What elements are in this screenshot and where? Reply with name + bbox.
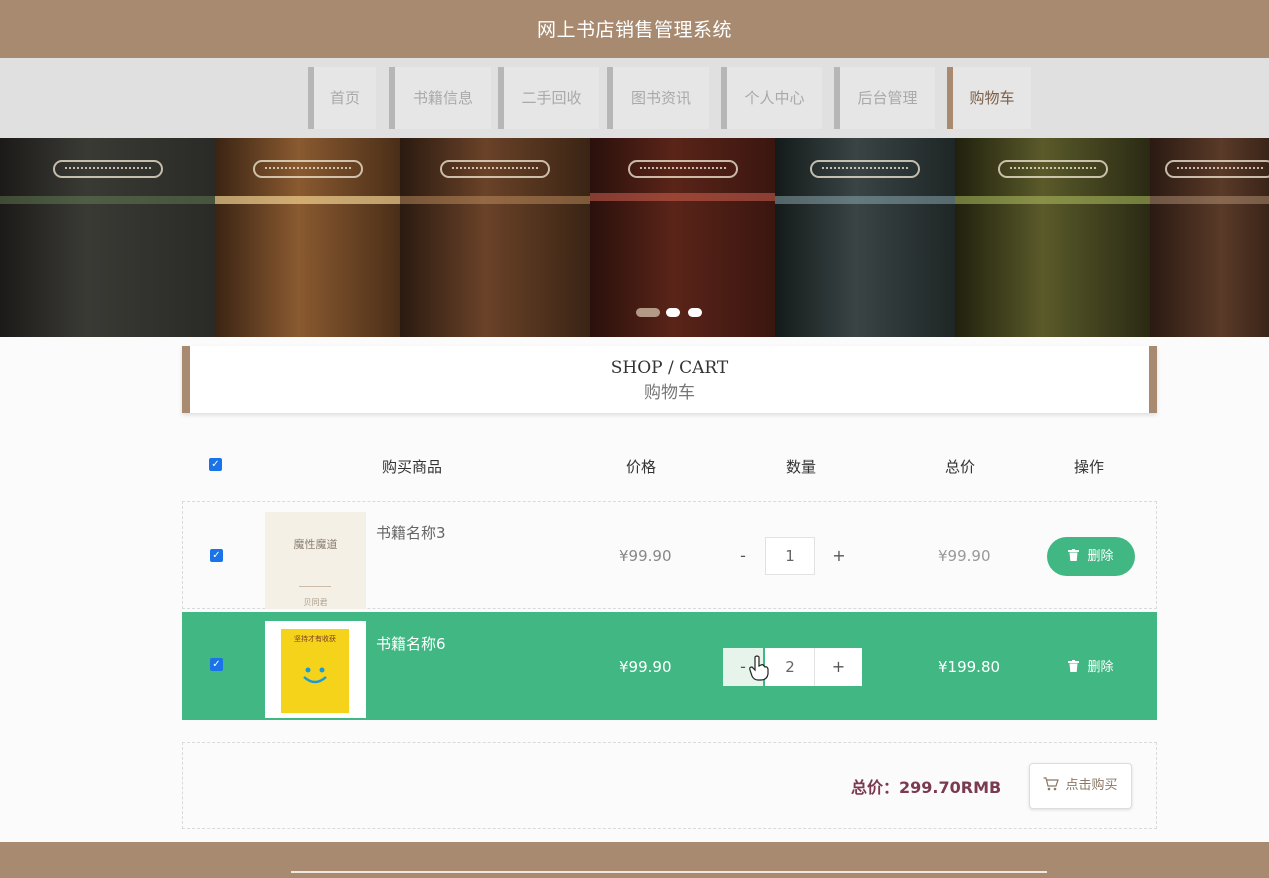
nav-item-news[interactable]: 图书资讯 [607, 67, 709, 129]
header-action: 操作 [1074, 458, 1105, 476]
header-total: 总价 [945, 458, 976, 476]
book-spine-image [955, 138, 1150, 337]
select-all-checkbox[interactable]: ✓ [209, 458, 222, 471]
page: 网上书店销售管理系统 首页 书籍信息 二手回收 图书资讯 个人中心 后台管理 购… [0, 0, 1269, 878]
carousel-dot[interactable] [666, 308, 680, 317]
row-checkbox[interactable]: ✓ [210, 658, 223, 671]
cover-title: 魔性魔道 [293, 538, 338, 551]
delete-button[interactable]: 删除 [1047, 537, 1135, 576]
carousel-dot[interactable] [636, 308, 660, 317]
header-price: 价格 [626, 458, 657, 476]
cart-icon [1043, 777, 1060, 791]
nav-item-cart[interactable]: 购物车 [947, 67, 1031, 129]
unit-price: ¥99.90 [619, 547, 672, 565]
section-title-cn: 购物车 [644, 383, 695, 403]
nav-item-profile[interactable]: 个人中心 [721, 67, 822, 129]
row-checkbox[interactable]: ✓ [210, 549, 223, 562]
cart-total: 总价：299.70RMB [851, 778, 1002, 797]
quantity-stepper: - 2 + [723, 648, 863, 686]
book-spine-image [0, 138, 215, 337]
delete-button[interactable]: 删除 [1047, 648, 1135, 687]
book-spine-image [400, 138, 590, 337]
footer [0, 842, 1269, 878]
book-name[interactable]: 书籍名称6 [376, 633, 446, 654]
increase-button[interactable]: + [814, 648, 862, 686]
top-header: 网上书店销售管理系统 [0, 0, 1269, 58]
book-spine-image [590, 138, 775, 337]
delete-label: 删除 [1087, 549, 1114, 564]
decrease-button[interactable]: - [723, 537, 763, 575]
main-nav: 首页 书籍信息 二手回收 图书资讯 个人中心 后台管理 购物车 [0, 58, 1269, 138]
book-cover-image[interactable]: 坚持才有收获 [265, 621, 366, 718]
cart-table-header: ✓ 购买商品 价格 数量 总价 操作 [182, 440, 1157, 490]
section-title-en: SHOP / CART [610, 358, 729, 378]
row-total: ¥199.80 [938, 658, 1001, 676]
cover-author: 贝同君 [303, 598, 328, 607]
nav-item-admin[interactable]: 后台管理 [834, 67, 935, 129]
book-spine-image [215, 138, 400, 337]
quantity-stepper: - 1 + [723, 537, 863, 575]
book-name[interactable]: 书籍名称3 [376, 522, 446, 543]
book-cover-image[interactable]: 魔性魔道 贝同君 [265, 512, 366, 609]
trash-icon [1068, 549, 1080, 561]
book-spine-image [775, 138, 955, 337]
hand-cursor-icon [749, 655, 769, 681]
cover-yellow: 坚持才有收获 [281, 629, 349, 713]
nav-item-books[interactable]: 书籍信息 [389, 67, 491, 129]
unit-price: ¥99.90 [619, 658, 672, 676]
quantity-input[interactable]: 2 [765, 648, 815, 686]
site-title: 网上书店销售管理系统 [536, 19, 732, 41]
banner-carousel[interactable] [0, 138, 1269, 337]
footer-divider [291, 871, 1047, 873]
section-title-box: SHOP / CART 购物车 [182, 346, 1157, 413]
buy-button[interactable]: 点击购买 [1029, 763, 1132, 809]
cover-line [299, 586, 331, 587]
book-spine-image [1150, 138, 1269, 337]
header-quantity: 数量 [786, 458, 817, 476]
cart-row-selected: ✓ 坚持才有收获 书籍名称6 ¥99.90 - 2 + ¥199.80 删除 [182, 612, 1157, 720]
row-total: ¥99.90 [938, 547, 991, 565]
cart-row: ✓ 魔性魔道 贝同君 书籍名称3 ¥99.90 - 1 + ¥99.90 删除 [182, 501, 1157, 609]
cover-title: 坚持才有收获 [294, 635, 336, 643]
nav-item-recycle[interactable]: 二手回收 [498, 67, 599, 129]
buy-label: 点击购买 [1065, 778, 1118, 793]
cart-summary: 总价：299.70RMB 点击购买 [182, 742, 1157, 829]
nav-item-home[interactable]: 首页 [308, 67, 376, 129]
carousel-dot[interactable] [688, 308, 702, 317]
header-product: 购买商品 [382, 458, 443, 476]
delete-label: 删除 [1087, 660, 1114, 675]
quantity-input[interactable]: 1 [765, 537, 815, 575]
increase-button[interactable]: + [819, 537, 859, 575]
trash-icon [1068, 660, 1080, 672]
smiley-icon [303, 667, 327, 684]
